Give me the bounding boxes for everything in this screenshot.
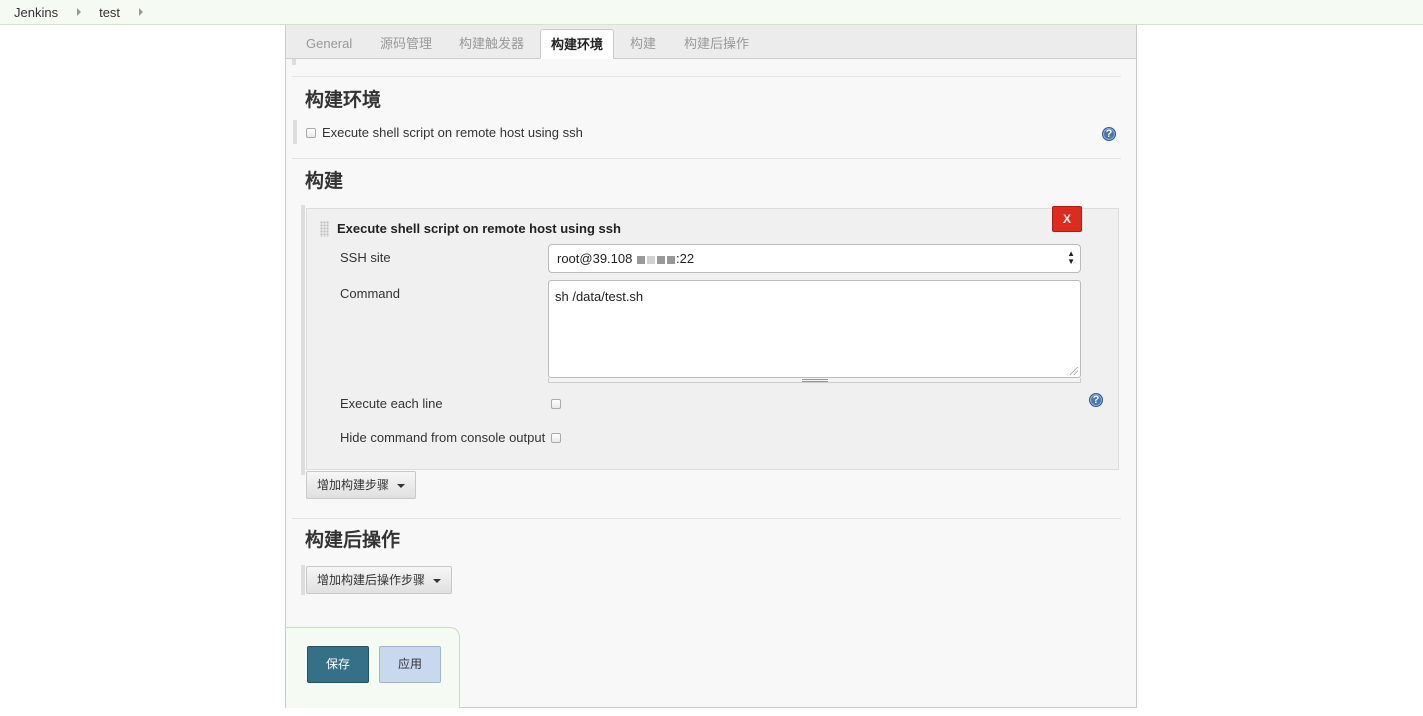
divider <box>292 158 1121 159</box>
command-label: Command <box>340 286 400 301</box>
tab-general[interactable]: General <box>296 29 362 59</box>
divider <box>292 76 1121 77</box>
help-icon[interactable]: ? <box>1089 393 1103 407</box>
tab-build-environment[interactable]: 构建环境 <box>540 29 615 59</box>
delete-step-button[interactable]: X <box>1052 206 1082 232</box>
build-step-ssh: Execute shell script on remote host usin… <box>306 206 1119 470</box>
save-button[interactable]: 保存 <box>307 646 369 683</box>
add-build-step-button[interactable]: 增加构建步骤 <box>306 471 417 499</box>
help-icon[interactable]: ? <box>1102 127 1116 141</box>
redacted-block <box>656 255 665 264</box>
ssh-site-value-suffix: :22 <box>675 251 695 266</box>
command-textarea[interactable]: sh /data/test.sh <box>548 280 1081 378</box>
add-build-step-label: 增加构建步骤 <box>317 478 390 492</box>
tab-build-triggers[interactable]: 构建触发器 <box>449 29 534 59</box>
caret-down-icon <box>397 483 406 488</box>
breadcrumb-jenkins[interactable]: Jenkins <box>14 5 58 20</box>
breadcrumb-arrow-icon[interactable] <box>77 8 82 16</box>
breadcrumb: Jenkins test <box>0 0 1423 25</box>
save-bar: 保存 应用 <box>286 627 460 708</box>
resize-grip-icon[interactable] <box>1070 367 1078 375</box>
execute-each-line-checkbox[interactable] <box>551 399 561 409</box>
section-marker <box>301 565 305 595</box>
redacted-block <box>646 255 655 264</box>
config-panel: General 源码管理 构建触发器 构建环境 构建 构建后操作 构建环境 Ex… <box>285 25 1137 708</box>
ssh-site-select[interactable]: root@39.108 :22 ▲ ▼ <box>548 244 1081 273</box>
section-title-post-build: 构建后操作 <box>305 530 401 551</box>
textarea-resize-bar[interactable] <box>548 378 1081 383</box>
apply-button[interactable]: 应用 <box>379 646 441 683</box>
hide-command-checkbox[interactable] <box>551 433 561 443</box>
section-title-build-environment: 构建环境 <box>305 90 382 111</box>
divider <box>292 518 1121 519</box>
caret-down-icon <box>433 578 442 583</box>
tab-build[interactable]: 构建 <box>620 29 666 59</box>
ssh-site-value-prefix: root@39.108 <box>557 251 633 266</box>
resize-handle-icon <box>802 379 828 382</box>
drag-handle-icon[interactable] <box>320 221 329 237</box>
redacted-block <box>636 255 645 264</box>
tab-scm[interactable]: 源码管理 <box>370 29 442 59</box>
add-post-build-step-label: 增加构建后操作步骤 <box>317 573 426 587</box>
tab-bar: General 源码管理 构建触发器 构建环境 构建 构建后操作 <box>286 25 1136 59</box>
ssh-env-label: Execute shell script on remote host usin… <box>322 125 583 140</box>
section-marker <box>293 120 297 144</box>
section-marker <box>292 59 296 65</box>
redacted-block <box>666 255 675 264</box>
tab-post-build[interactable]: 构建后操作 <box>674 29 759 59</box>
command-text: sh /data/test.sh <box>555 289 644 304</box>
hide-command-label: Hide command from console output <box>340 430 546 445</box>
ssh-site-label: SSH site <box>340 250 391 265</box>
section-title-build: 构建 <box>305 171 344 192</box>
ssh-env-checkbox[interactable] <box>306 128 316 138</box>
execute-each-line-label: Execute each line <box>340 396 443 411</box>
add-post-build-step-button[interactable]: 增加构建后操作步骤 <box>306 566 453 594</box>
build-step-title: Execute shell script on remote host usin… <box>337 221 621 236</box>
breadcrumb-test[interactable]: test <box>99 5 120 20</box>
select-arrows-icon: ▲ ▼ <box>1067 249 1075 266</box>
breadcrumb-arrow-icon[interactable] <box>139 8 144 16</box>
section-marker <box>301 205 305 475</box>
